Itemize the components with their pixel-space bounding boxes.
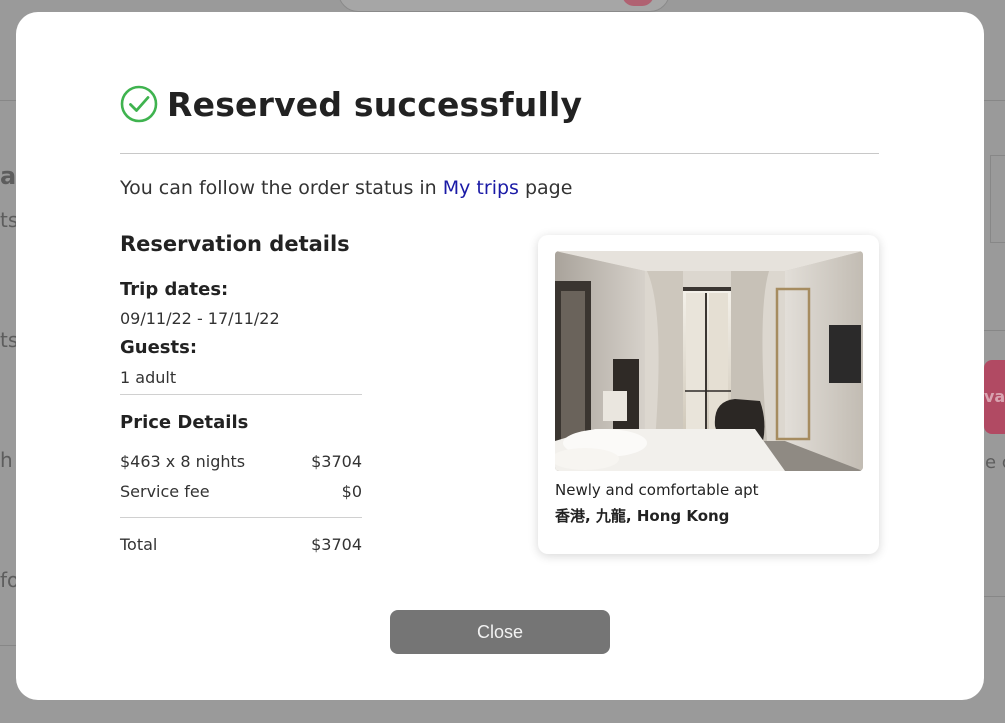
total-label: Total: [120, 535, 158, 554]
order-status-suffix: page: [518, 177, 573, 199]
close-button[interactable]: Close: [390, 610, 610, 654]
reservation-details-heading: Reservation details: [120, 232, 350, 256]
guests-value: 1 adult: [120, 368, 177, 387]
hotel-room-photo-icon: [555, 251, 863, 471]
listing-name: Newly and comfortable apt: [555, 481, 759, 499]
modal-header: Reserved successfully: [120, 82, 582, 126]
background-panel: [990, 155, 1005, 243]
listing-photo: [555, 251, 863, 471]
order-status-message: You can follow the order status in My tr…: [120, 177, 572, 199]
details-divider: [120, 394, 362, 395]
price-row-service-fee: Service fee $0: [120, 482, 362, 501]
trip-dates-label: Trip dates:: [120, 279, 229, 300]
background-divider: [984, 100, 1005, 101]
listing-card[interactable]: Newly and comfortable apt 香港, 九龍, Hong K…: [538, 235, 879, 554]
background-divider: [984, 596, 1005, 597]
price-row-amount: $0: [341, 482, 362, 501]
background-text: va: [984, 387, 1005, 406]
total-divider: [120, 517, 362, 518]
reservation-success-modal: Reserved successfully You can follow the…: [16, 12, 984, 700]
background-reserve-button: va: [984, 360, 1005, 434]
background-text: e c: [985, 452, 1005, 473]
total-amount: $3704: [311, 535, 362, 554]
background-text: h: [0, 448, 13, 472]
price-row-amount: $3704: [311, 452, 362, 471]
header-divider: [120, 153, 879, 154]
price-row-total: Total $3704: [120, 535, 362, 554]
listing-location: 香港, 九龍, Hong Kong: [555, 507, 730, 525]
guests-label: Guests:: [120, 337, 198, 358]
price-details-heading: Price Details: [120, 412, 249, 433]
background-divider: [984, 330, 1005, 331]
background-search-bar: [338, 0, 670, 12]
price-row-label: $463 x 8 nights: [120, 452, 246, 471]
order-status-prefix: You can follow the order status in: [120, 177, 443, 199]
price-row-label: Service fee: [120, 482, 210, 501]
my-trips-link[interactable]: My trips: [443, 177, 519, 199]
trip-dates-value: 09/11/22 - 17/11/22: [120, 309, 280, 328]
check-circle-icon: [120, 85, 158, 123]
price-row-nights: $463 x 8 nights $3704: [120, 452, 362, 471]
modal-title: Reserved successfully: [167, 84, 583, 124]
